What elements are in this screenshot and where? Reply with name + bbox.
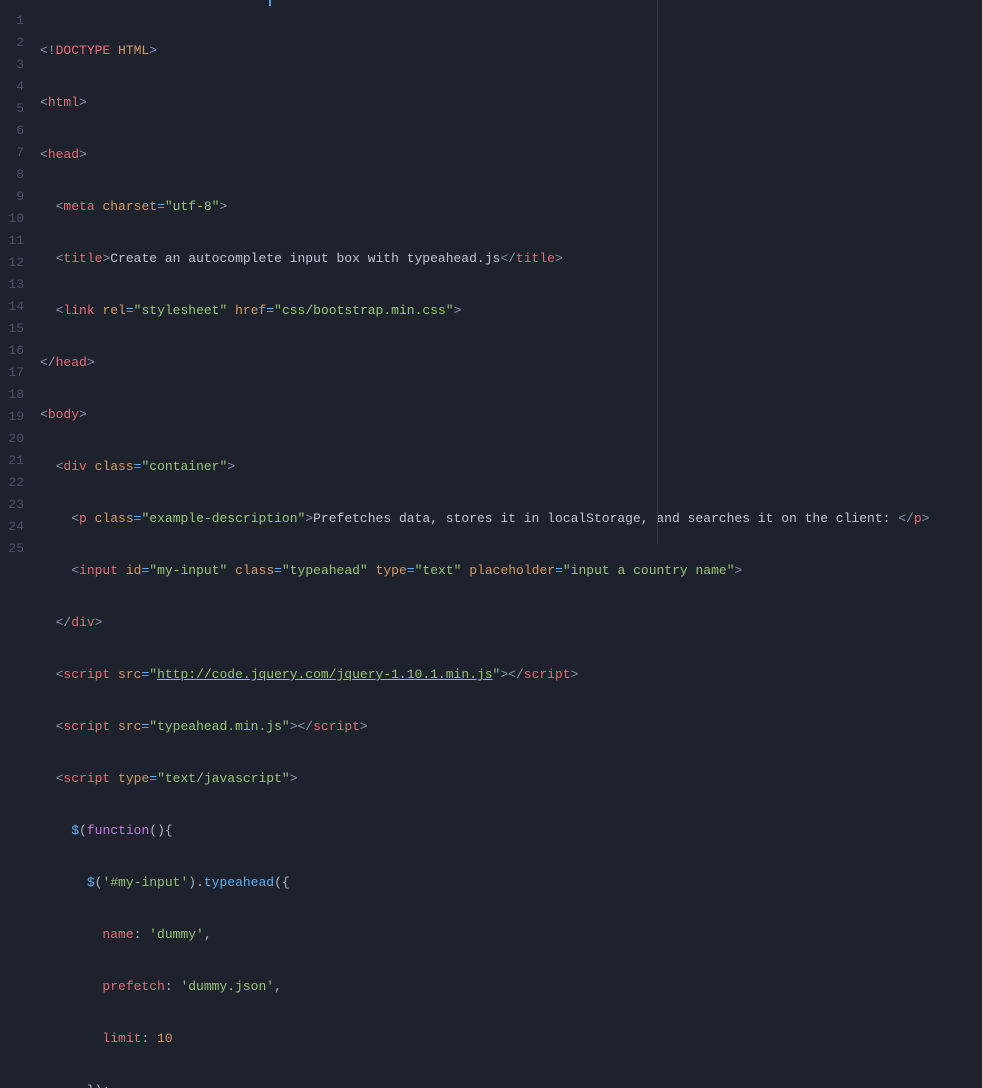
code-line[interactable]: $('#my-input').typeahead({: [40, 872, 982, 894]
line-number: 22: [0, 472, 24, 494]
line-number: 8: [0, 164, 24, 186]
code-line[interactable]: <body>: [40, 404, 982, 426]
jquery-cdn-link[interactable]: http://code.jquery.com/jquery-1.10.1.min…: [157, 667, 492, 682]
code-line[interactable]: <!DOCTYPE HTML>: [40, 40, 982, 62]
line-number: 5: [0, 98, 24, 120]
column-ruler: [657, 0, 658, 544]
code-line[interactable]: <script type="text/javascript">: [40, 768, 982, 790]
line-number: 23: [0, 494, 24, 516]
line-number: 17: [0, 362, 24, 384]
line-number: 2: [0, 32, 24, 54]
code-line[interactable]: <div class="container">: [40, 456, 982, 478]
code-line[interactable]: <title>Create an autocomplete input box …: [40, 248, 982, 270]
code-line[interactable]: <meta charset="utf-8">: [40, 196, 982, 218]
line-number: 25: [0, 538, 24, 560]
line-number: 6: [0, 120, 24, 142]
line-number: 13: [0, 274, 24, 296]
code-editor[interactable]: 1234567891011121314151617181920212223242…: [0, 0, 982, 544]
code-line[interactable]: <p class="example-description">Prefetche…: [40, 508, 982, 530]
line-number: 9: [0, 186, 24, 208]
line-number: 4: [0, 76, 24, 98]
code-line[interactable]: </head>: [40, 352, 982, 374]
line-number: 20: [0, 428, 24, 450]
code-line[interactable]: </div>: [40, 612, 982, 634]
line-number: 15: [0, 318, 24, 340]
line-number: 12: [0, 252, 24, 274]
line-number: 18: [0, 384, 24, 406]
code-line[interactable]: });: [40, 1080, 982, 1088]
line-number: 14: [0, 296, 24, 318]
code-line[interactable]: $(function(){: [40, 820, 982, 842]
code-line[interactable]: <input id="my-input" class="typeahead" t…: [40, 560, 982, 582]
line-number: 24: [0, 516, 24, 538]
code-line[interactable]: <link rel="stylesheet" href="css/bootstr…: [40, 300, 982, 322]
line-number: 7: [0, 142, 24, 164]
code-line[interactable]: <script src="typeahead.min.js"></script>: [40, 716, 982, 738]
line-number: 19: [0, 406, 24, 428]
code-line[interactable]: <html>: [40, 92, 982, 114]
code-line[interactable]: name: 'dummy',: [40, 924, 982, 946]
line-number: 10: [0, 208, 24, 230]
line-number: 21: [0, 450, 24, 472]
line-number-gutter: 1234567891011121314151617181920212223242…: [0, 0, 34, 544]
code-line[interactable]: <head>: [40, 144, 982, 166]
code-line[interactable]: prefetch: 'dummy.json',: [40, 976, 982, 998]
line-number: 11: [0, 230, 24, 252]
code-line[interactable]: <script src="http://code.jquery.com/jque…: [40, 664, 982, 686]
line-number: 3: [0, 54, 24, 76]
line-number: 16: [0, 340, 24, 362]
line-number: 1: [0, 10, 24, 32]
top-mark: [269, 0, 271, 6]
code-area[interactable]: <!DOCTYPE HTML> <html> <head> <meta char…: [34, 0, 982, 544]
code-line[interactable]: limit: 10: [40, 1028, 982, 1050]
